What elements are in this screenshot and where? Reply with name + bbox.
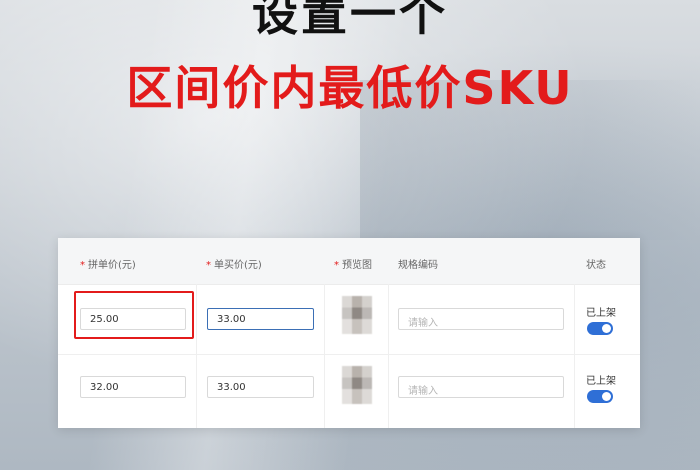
header-single-price: * 单买价(元)	[206, 260, 262, 271]
column-divider	[196, 284, 197, 428]
sku-table-panel: * 拼单价(元) * 单买价(元) * 预览图 规格编码 状态 25.00 33.00…	[58, 238, 640, 428]
status-toggle[interactable]	[587, 390, 613, 403]
single-price-input[interactable]: 33.00	[207, 308, 314, 330]
preview-image[interactable]	[342, 366, 372, 404]
single-price-input[interactable]: 33.00	[207, 376, 314, 398]
status-toggle[interactable]	[587, 322, 613, 335]
group-price-input[interactable]: 25.00	[80, 308, 186, 330]
headline-line-1: 设置一个	[252, 0, 448, 41]
header-status: 状态	[586, 260, 606, 271]
required-mark: *	[206, 260, 211, 271]
row-divider	[58, 354, 640, 355]
headline-line-2: 区间价内最低价SKU	[126, 61, 574, 115]
status-label: 已上架	[586, 308, 616, 319]
table-header: * 拼单价(元) * 单买价(元) * 预览图 规格编码 状态	[58, 238, 640, 285]
header-group-price: * 拼单价(元)	[80, 260, 136, 271]
group-price-input[interactable]: 32.00	[80, 376, 186, 398]
spec-code-input[interactable]: 请输入	[398, 308, 564, 330]
column-divider	[574, 284, 575, 428]
preview-image[interactable]	[342, 296, 372, 334]
status-label: 已上架	[586, 376, 616, 387]
required-mark: *	[80, 260, 85, 271]
required-mark: *	[334, 260, 339, 271]
column-divider	[324, 284, 325, 428]
header-spec-code: 规格编码	[398, 260, 438, 271]
column-divider	[388, 284, 389, 428]
header-preview: * 预览图	[334, 260, 372, 271]
spec-code-input[interactable]: 请输入	[398, 376, 564, 398]
